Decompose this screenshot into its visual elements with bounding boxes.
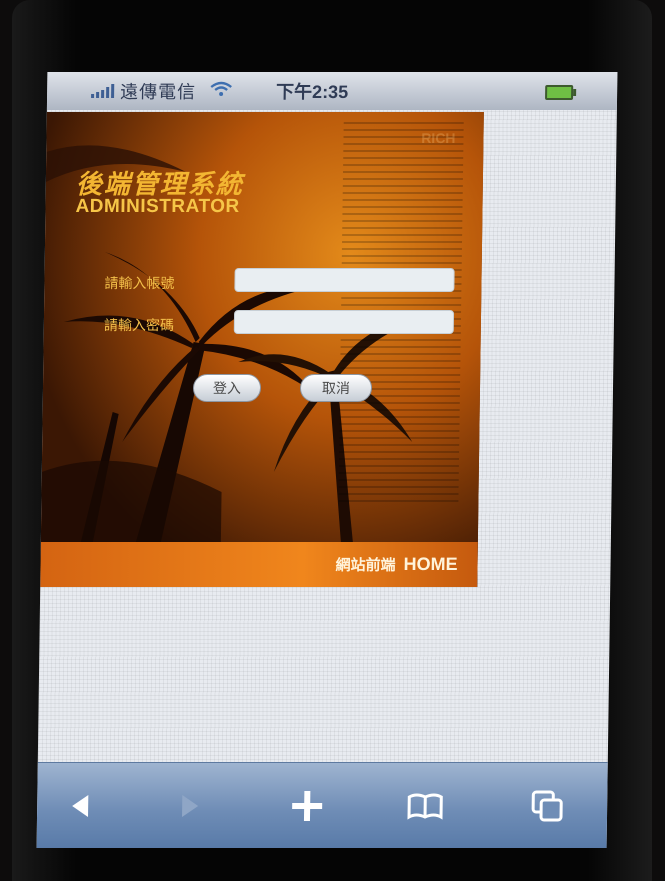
forward-icon	[182, 795, 199, 817]
carrier-name: 遠傳電信	[119, 82, 197, 102]
wifi-icon	[210, 81, 232, 102]
phone-screen: 遠傳電信 下午2:35 RICH 後端管理系統 ADMINISTRATOR 請輸…	[36, 72, 618, 848]
password-label: 請輸入密碼	[103, 317, 174, 333]
signal-strength-icon	[91, 84, 115, 98]
safari-toolbar	[36, 762, 608, 848]
home-link[interactable]: 網站前端 HOME	[40, 542, 478, 587]
back-button[interactable]	[41, 763, 122, 848]
account-label: 請輸入帳號	[104, 275, 175, 291]
cancel-button[interactable]: 取消	[299, 374, 373, 402]
password-input[interactable]	[233, 310, 455, 334]
pages-icon	[531, 790, 563, 822]
system-title-en: ADMINISTRATOR	[75, 196, 240, 217]
add-bookmark-icon	[292, 791, 323, 821]
login-panel: RICH 後端管理系統 ADMINISTRATOR 請輸入帳號 請輸入密碼 登入…	[40, 112, 484, 587]
forward-button[interactable]	[149, 763, 230, 848]
add-bookmark-button[interactable]	[267, 763, 348, 848]
bookmarks-button[interactable]	[385, 763, 466, 848]
status-bar: 遠傳電信 下午2:35	[46, 72, 618, 110]
clock-time: 下午2:35	[275, 82, 349, 102]
back-icon	[72, 795, 89, 817]
home-link-label-en: HOME	[403, 554, 458, 574]
home-link-label-zh: 網站前端	[335, 557, 396, 574]
bookmarks-icon	[407, 793, 443, 820]
account-input[interactable]	[234, 268, 455, 292]
pages-button[interactable]	[507, 763, 588, 848]
texture-text: RICH	[421, 130, 456, 146]
battery-icon	[545, 85, 574, 100]
login-button[interactable]: 登入	[192, 374, 262, 402]
